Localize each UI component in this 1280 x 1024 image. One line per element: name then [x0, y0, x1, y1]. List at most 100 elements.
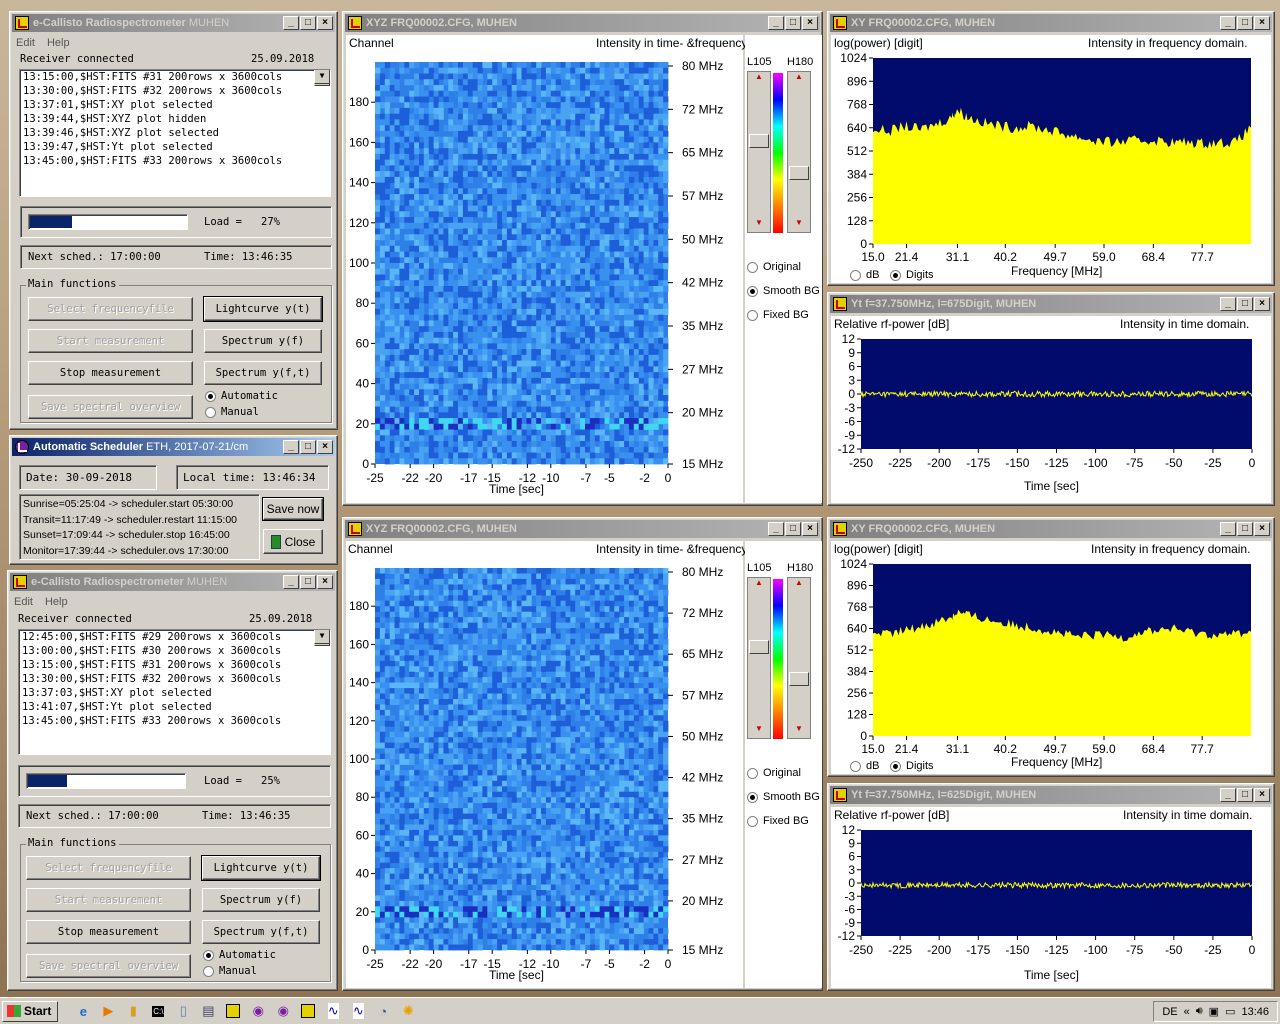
- minimize-icon[interactable]: _: [768, 16, 784, 30]
- spectrogram-cell: [458, 205, 464, 212]
- spectrogram-cell: [453, 222, 459, 229]
- spectrogram-cell: [438, 320, 444, 327]
- high-slider[interactable]: ▲ ▼: [787, 71, 811, 233]
- log-scrollbar[interactable]: ▲▼: [314, 70, 330, 86]
- automatic-radio[interactable]: Automatic: [205, 390, 278, 402]
- slider-up-icon[interactable]: ▲: [788, 72, 810, 86]
- stop-measurement-button[interactable]: Stop measurement: [28, 361, 193, 385]
- title-bar[interactable]: e-Callisto Radiospectrometer MUHEN _ □ ×: [12, 14, 335, 32]
- lightcurve-button[interactable]: Lightcurve y(t): [203, 296, 323, 322]
- spectrogram-cell: [419, 268, 425, 275]
- scroll-down-icon[interactable]: ▼: [314, 70, 330, 84]
- manual-radio[interactable]: Manual: [205, 406, 259, 418]
- manual-radio[interactable]: Manual: [203, 965, 257, 977]
- menu-help[interactable]: Help: [45, 596, 68, 608]
- slider-thumb[interactable]: [789, 166, 809, 180]
- spectrogram-cell: [438, 182, 444, 189]
- spectrogram-cell: [438, 731, 444, 738]
- slider-up-icon[interactable]: ▲: [748, 72, 770, 86]
- start-measurement-button[interactable]: Start measurement: [26, 888, 191, 912]
- menu-help[interactable]: Help: [47, 37, 70, 49]
- spectrogram-cell: [663, 360, 669, 367]
- select-frequencyfile-button[interactable]: Select frequencyfile: [26, 856, 191, 880]
- spectrogram-cell: [653, 628, 659, 634]
- stop-measurement-button[interactable]: Stop measurement: [26, 920, 191, 944]
- spectrogram-cell: [663, 617, 669, 623]
- spectrogram-cell: [575, 263, 581, 270]
- spectrogram-cell: [599, 638, 605, 645]
- spectrum-ft-button[interactable]: Spectrum y(f,t): [204, 361, 322, 385]
- title-bar[interactable]: Automatic Scheduler ETH, 2017-07-21/cm _…: [12, 438, 335, 456]
- title-bar[interactable]: XYZ FRQ00002.CFG, MUHEN _ □ ×: [345, 520, 820, 538]
- close-button[interactable]: Close: [263, 529, 323, 554]
- spectrogram-cell: [531, 308, 537, 315]
- spectrogram-cell: [643, 274, 649, 281]
- spectrogram-cell: [458, 699, 464, 705]
- menu-edit[interactable]: Edit: [16, 37, 35, 49]
- spectrogram-cell: [653, 286, 659, 293]
- spectrogram-cell: [497, 194, 503, 201]
- start-measurement-button[interactable]: Start measurement: [28, 329, 193, 353]
- freq-tick-label: 65 MHz: [682, 146, 723, 160]
- spectrogram-cell: [375, 257, 381, 264]
- spectrogram-cell: [389, 418, 395, 425]
- title-bar[interactable]: XYZ FRQ00002.CFG, MUHEN _ □ ×: [345, 14, 820, 32]
- maximize-icon[interactable]: □: [785, 16, 801, 30]
- spectrogram-cell: [560, 194, 566, 201]
- spectrogram-cell: [462, 366, 469, 373]
- log-list[interactable]: 12:45:00,$HST:FITS #29 200rows x 3600col…: [18, 629, 331, 755]
- spectrum-f-button[interactable]: Spectrum y(f): [202, 888, 320, 912]
- slider-down-icon[interactable]: ▼: [788, 218, 810, 232]
- maximize-icon[interactable]: □: [300, 440, 316, 454]
- spectrogram-cell: [628, 666, 635, 673]
- spectrogram-cell: [555, 188, 561, 195]
- spectrogram-cell: [502, 606, 508, 613]
- minimize-icon[interactable]: _: [283, 16, 299, 30]
- spectrogram-cell: [619, 441, 625, 448]
- spectrogram[interactable]: -25 -22 -20 -17 -15 -12 -10 -7 -5 -2 0020406080100…: [346, 558, 743, 986]
- maximize-icon[interactable]: □: [300, 16, 316, 30]
- spectrum-ft-button[interactable]: Spectrum y(f,t): [202, 920, 320, 944]
- minimize-icon[interactable]: _: [283, 575, 299, 589]
- save-spectral-overview-button[interactable]: Save spectral overview: [26, 954, 191, 978]
- title-bar[interactable]: e-Callisto Radiospectrometer MUHEN _ □ ×: [10, 573, 335, 591]
- spectrogram-cell: [443, 372, 449, 379]
- spectrogram-cell: [443, 303, 449, 310]
- spectrogram-cell: [531, 199, 537, 206]
- spectrogram-cell: [419, 314, 425, 321]
- save-spectral-overview-button[interactable]: Save spectral overview: [28, 395, 193, 419]
- spectrogram-cell: [594, 73, 601, 80]
- menu-edit[interactable]: Edit: [14, 596, 33, 608]
- spectrogram-cell: [443, 263, 449, 270]
- close-icon[interactable]: ×: [317, 575, 333, 589]
- original-radio[interactable]: Original: [747, 261, 801, 273]
- lightcurve-button[interactable]: Lightcurve y(t): [201, 855, 321, 881]
- save-now-button[interactable]: Save now: [262, 497, 324, 521]
- spectrogram-cell: [604, 699, 610, 705]
- minimize-icon[interactable]: _: [768, 522, 784, 536]
- fixed-bg-radio[interactable]: Fixed BG: [747, 309, 809, 321]
- spectrogram-cell: [399, 182, 405, 189]
- slider-down-icon[interactable]: ▼: [748, 218, 770, 232]
- spectrogram[interactable]: -25 -22 -20 -17 -15 -12 -10 -7 -5 -2 0020406080100…: [346, 52, 743, 500]
- select-frequencyfile-button[interactable]: Select frequencyfile: [28, 297, 193, 321]
- close-icon[interactable]: ×: [317, 16, 333, 30]
- low-slider[interactable]: ▲ ▼: [747, 71, 771, 233]
- maximize-icon[interactable]: □: [300, 575, 316, 589]
- automatic-radio[interactable]: Automatic: [203, 949, 276, 961]
- log-scrollbar[interactable]: ▲▼: [314, 630, 330, 646]
- maximize-icon[interactable]: □: [785, 522, 801, 536]
- spectrogram-cell: [663, 308, 669, 315]
- smooth-bg-radio[interactable]: Smooth BG: [747, 285, 820, 297]
- minimize-icon[interactable]: _: [283, 440, 299, 454]
- slider-thumb[interactable]: [749, 134, 769, 148]
- spectrum-f-button[interactable]: Spectrum y(f): [204, 329, 322, 353]
- close-icon[interactable]: ×: [802, 522, 818, 536]
- spectrogram-cell: [462, 102, 469, 109]
- close-icon[interactable]: ×: [317, 440, 333, 454]
- log-list[interactable]: 13:15:00,$HST:FITS #31 200rows x 3600col…: [19, 69, 331, 197]
- scroll-down-icon[interactable]: ▼: [314, 630, 330, 644]
- spectrogram-cell: [404, 366, 410, 373]
- spectrogram-cell: [609, 372, 615, 379]
- close-icon[interactable]: ×: [802, 16, 818, 30]
